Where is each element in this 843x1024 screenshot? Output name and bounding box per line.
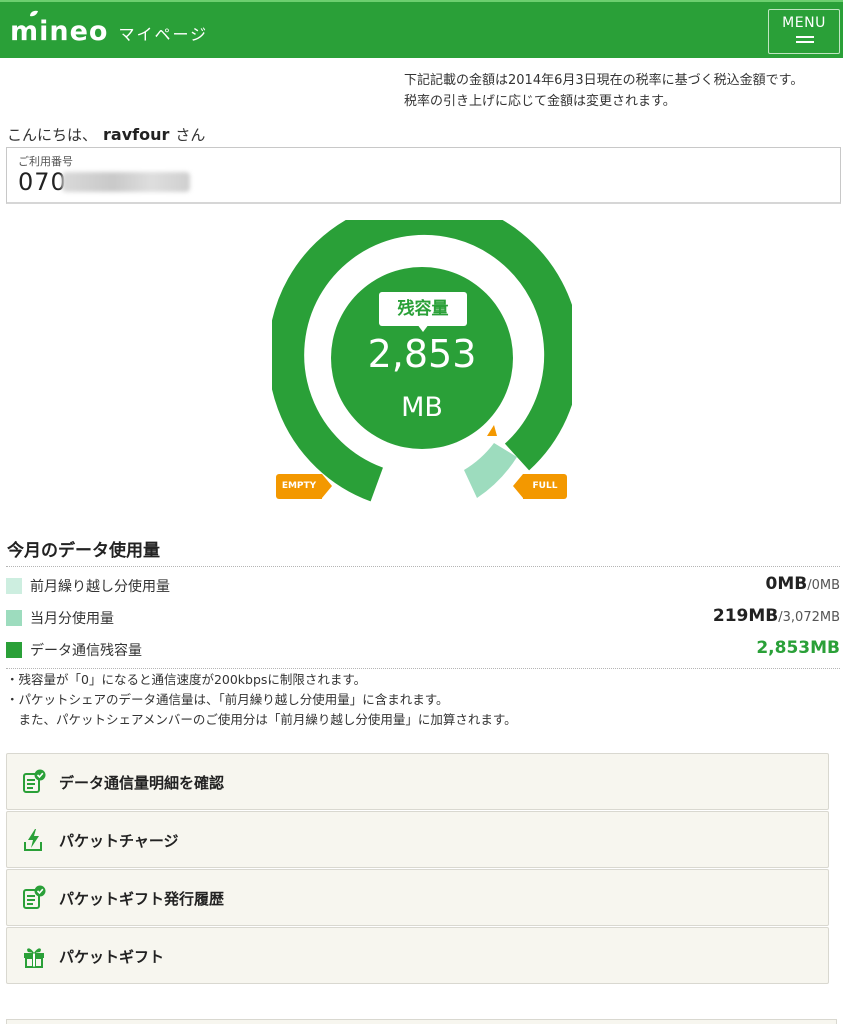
gauge-remaining-value: 2,853 bbox=[367, 332, 477, 376]
account-number-value: 070 bbox=[18, 168, 67, 196]
usage-divider bbox=[6, 668, 840, 669]
remaining-data-gauge: 残容量 2,853 MB EMPTY FULL bbox=[268, 198, 581, 510]
carryover-limit: /0MB bbox=[807, 578, 840, 593]
packet-charge-button[interactable]: パケットチャージ bbox=[6, 811, 829, 868]
usage-notes: ・残容量が「0」になると通信速度が200kbpsに制限されます。 ・パケットシェ… bbox=[6, 670, 517, 730]
lightning-charge-icon bbox=[24, 829, 42, 851]
mineo-logo[interactable]: mineo マイページ bbox=[10, 10, 209, 50]
greeting: こんにちは、 ravfour さん bbox=[7, 124, 205, 145]
section-divider bbox=[6, 566, 840, 567]
data-usage-details-button[interactable]: データ通信量明細を確認 bbox=[6, 753, 829, 810]
gauge-remaining-unit: MB bbox=[401, 392, 443, 423]
tax-notice: 下記記載の金額は2014年6月3日現在の税率に基づく税込金額です。 税率の引き上… bbox=[404, 70, 840, 112]
action-label: パケットギフト bbox=[59, 948, 165, 966]
gauge-used-arc bbox=[464, 443, 517, 498]
user-name: ravfour bbox=[103, 125, 170, 144]
action-label: パケットギフト発行履歴 bbox=[59, 890, 225, 908]
usage-row-carryover: 前月繰り越し分使用量 0MB/0MB bbox=[6, 572, 840, 602]
usage-row-value: 0MB/0MB bbox=[766, 574, 841, 594]
usage-row-value: 219MB/3,072MB bbox=[713, 606, 840, 626]
note-line: また、パケットシェアメンバーのご使用分は「前月繰り越し分使用量」に加算されます。 bbox=[6, 712, 517, 727]
carryover-value: 0MB bbox=[765, 574, 808, 594]
next-panel-edge bbox=[6, 1019, 837, 1024]
usage-row-label: データ通信残容量 bbox=[30, 643, 142, 659]
gauge-empty-tag: EMPTY bbox=[276, 474, 332, 499]
menu-button[interactable]: MENU bbox=[768, 9, 840, 54]
carryover-swatch bbox=[6, 578, 22, 594]
greeting-suffix: さん bbox=[175, 126, 206, 144]
note-line: ・残容量が「0」になると通信速度が200kbpsに制限されます。 bbox=[6, 672, 367, 687]
current-swatch bbox=[6, 610, 22, 626]
logo-subtitle: マイページ bbox=[118, 25, 209, 44]
logo-wordmark: mineo bbox=[10, 16, 109, 47]
usage-row-current: 当月分使用量 219MB/3,072MB bbox=[6, 604, 840, 634]
action-label: データ通信量明細を確認 bbox=[59, 774, 225, 792]
gauge-title-tail bbox=[417, 324, 429, 332]
usage-section-title: 今月のデータ使用量 bbox=[7, 541, 160, 561]
document-check-icon bbox=[23, 885, 46, 909]
usage-row-label: 前月繰り越し分使用量 bbox=[30, 579, 170, 595]
remaining-swatch bbox=[6, 642, 22, 658]
account-number-label: ご利用番号 bbox=[18, 155, 73, 168]
action-label: パケットチャージ bbox=[59, 832, 179, 850]
packet-gift-history-button[interactable]: パケットギフト発行履歴 bbox=[6, 869, 829, 926]
tax-notice-line-1: 下記記載の金額は2014年6月3日現在の税率に基づく税込金額です。 bbox=[404, 73, 804, 88]
packet-gift-button[interactable]: パケットギフト bbox=[6, 927, 829, 984]
current-limit: /3,072MB bbox=[778, 610, 840, 625]
hamburger-icon bbox=[796, 36, 814, 46]
account-number-redacted bbox=[62, 172, 190, 192]
usage-row-label: 当月分使用量 bbox=[30, 611, 114, 627]
account-number-box: ご利用番号 070 bbox=[6, 147, 841, 204]
gauge-title: 残容量 bbox=[379, 292, 467, 326]
logo-leaf-icon bbox=[30, 10, 38, 17]
current-value: 219MB bbox=[712, 606, 779, 626]
remaining-value: 2,853MB bbox=[756, 638, 840, 658]
greeting-prefix: こんにちは、 bbox=[7, 126, 98, 144]
usage-row-remaining: データ通信残容量 2,853MB bbox=[6, 636, 840, 666]
note-line: ・パケットシェアのデータ通信量は、「前月繰り越し分使用量」に含まれます。 bbox=[6, 692, 449, 707]
tax-notice-line-2: 税率の引き上げに応じて金額は変更されます。 bbox=[404, 94, 676, 109]
document-check-icon bbox=[23, 769, 46, 793]
gift-icon bbox=[24, 948, 44, 968]
menu-button-label: MENU bbox=[782, 15, 826, 31]
app-header: mineo マイページ MENU bbox=[0, 0, 843, 58]
gauge-full-tag: FULL bbox=[513, 474, 567, 499]
